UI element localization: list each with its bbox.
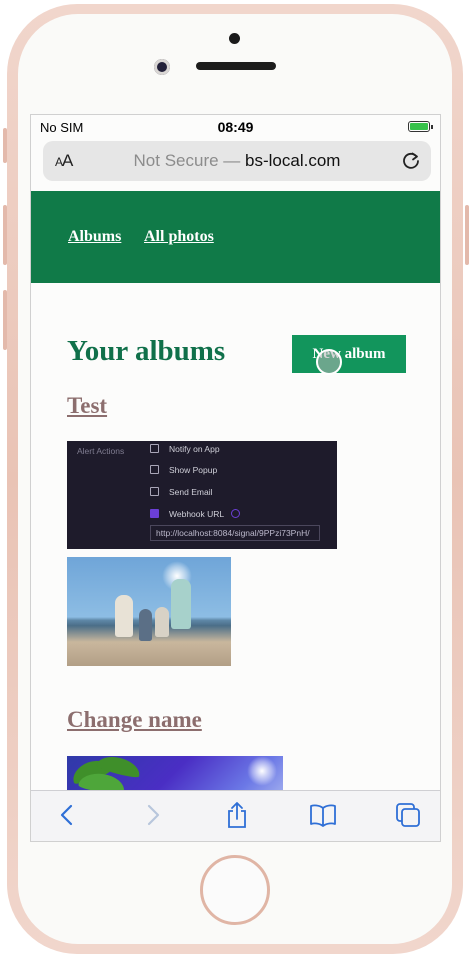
screenshot-option-label: Webhook URL <box>169 509 225 519</box>
forward-icon[interactable] <box>137 800 167 830</box>
share-icon-svg <box>228 802 246 828</box>
screenshot-option-label: Notify on App <box>169 444 220 454</box>
status-time: 08:49 <box>217 119 254 135</box>
address-bar[interactable]: AA Not Secure — bs-local.com <box>43 141 431 181</box>
nav-link-all-photos[interactable]: All photos <box>144 228 214 246</box>
earpiece-speaker <box>196 62 276 70</box>
checkbox-icon <box>150 487 159 496</box>
checkbox-checked-icon <box>150 509 159 518</box>
proximity-sensor <box>229 33 240 44</box>
touch-indicator <box>316 349 342 375</box>
checkbox-icon <box>150 465 159 474</box>
album-photo-beach[interactable] <box>67 557 231 666</box>
reload-icon-svg <box>403 152 419 169</box>
volume-up-button <box>3 205 7 265</box>
front-camera <box>154 59 170 75</box>
home-button[interactable] <box>200 855 270 925</box>
sun-flare <box>247 756 277 786</box>
domain-label: bs-local.com <box>245 151 341 170</box>
tabs-icon-svg <box>396 803 420 827</box>
reload-icon[interactable] <box>401 150 421 170</box>
person-figure <box>155 607 169 637</box>
site-nav: Albums All photos <box>31 191 440 283</box>
bookmarks-icon-svg <box>310 804 336 827</box>
safari-toolbar <box>31 790 440 841</box>
url-display[interactable]: Not Secure — bs-local.com <box>43 151 431 171</box>
battery-level <box>410 123 428 130</box>
status-bar: No SIM 08:49 <box>31 115 440 139</box>
forward-icon-svg <box>147 804 160 826</box>
power-button <box>465 205 469 265</box>
album-title-change-name[interactable]: Change name <box>67 707 202 733</box>
back-icon-svg <box>60 804 73 826</box>
security-label: Not Secure — <box>133 151 241 170</box>
main-content: Your albums New album Test Alert Actions… <box>31 283 440 816</box>
person-figure <box>115 595 133 637</box>
tabs-icon[interactable] <box>393 800 423 830</box>
volume-down-button <box>3 290 7 350</box>
screenshot-option-label: Send Email <box>169 487 213 497</box>
person-figure <box>139 609 152 641</box>
back-icon[interactable] <box>53 800 83 830</box>
screenshot-webhook-url: http://localhost:8084/signal/9PPzi73PnH/ <box>150 525 320 541</box>
album-title-test[interactable]: Test <box>67 393 107 419</box>
share-icon[interactable] <box>222 800 252 830</box>
screenshot-section-label: Alert Actions <box>77 446 125 456</box>
album-photo-screenshot[interactable]: Alert Actions Notify on App Show Popup S… <box>67 441 337 549</box>
screenshot-option-label: Show Popup <box>169 465 218 475</box>
battery-tip <box>431 125 433 129</box>
screen: No SIM 08:49 AA Not Secure — bs-local.co… <box>30 114 441 842</box>
battery-icon <box>408 121 433 132</box>
bookmarks-icon[interactable] <box>308 800 338 830</box>
silent-switch <box>3 128 7 163</box>
new-album-button[interactable]: New album <box>292 335 406 373</box>
nav-link-albums[interactable]: Albums <box>68 228 121 246</box>
person-figure <box>171 579 191 629</box>
page-title: Your albums <box>67 335 226 367</box>
checkbox-icon <box>150 444 159 453</box>
help-icon <box>231 509 240 518</box>
